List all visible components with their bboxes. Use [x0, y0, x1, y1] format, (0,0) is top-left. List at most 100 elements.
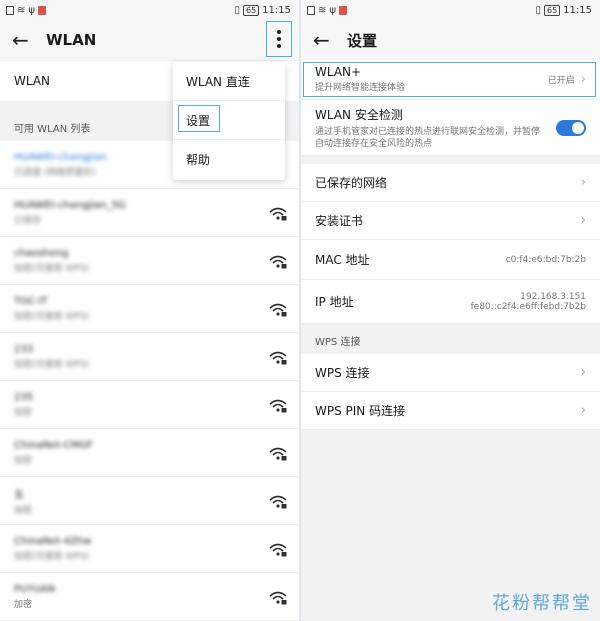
menu-item-wlan-direct[interactable]: WLAN 直连 [173, 62, 285, 101]
watermark: 花粉帮帮堂 [492, 593, 592, 614]
network-name: ChinaNet-CMGF [14, 439, 93, 451]
wifi-lock-icon [269, 494, 287, 508]
network-text: HUAWEI-changjian 已连接 (网络质量好) [14, 152, 107, 178]
install-cert-label: 安装证书 [315, 214, 364, 228]
saved-networks-row[interactable]: 已保存的网络 › [301, 164, 600, 202]
network-status: 加密(可使用 WPS) [14, 551, 89, 562]
chevron-right-icon: › [580, 403, 586, 418]
back-arrow-icon[interactable]: ← [12, 28, 36, 52]
network-list: HUAWEI-changjian 已连接 (网络质量好) HUAWEI-changj… [0, 141, 299, 621]
network-text: 233 加密(可使用 WPS) [14, 344, 89, 370]
network-text: 五加密 [14, 486, 32, 516]
network-name: 233 [14, 343, 34, 355]
network-item[interactable]: ChinaNet-4Zhw 加密(可使用 WPS) [0, 525, 299, 573]
network-status: 加密 [14, 505, 33, 516]
network-text: ChinaNet-4Zhw 加密(可使用 WPS) [14, 536, 91, 562]
wifi-lock-icon [269, 446, 287, 460]
wps-pin-row[interactable]: WPS PIN 码连接 › [301, 392, 600, 430]
network-item[interactable]: ChinaNet-CMGF 加密 [0, 429, 299, 477]
network-item[interactable]: 235 加密 [0, 381, 299, 429]
security-check-row: WLAN 安全检测 通过手机管家对已连接的热点进行联网安全检测，并暂停自动连接存… [301, 100, 600, 156]
security-check-label: WLAN 安全检测 [315, 107, 403, 122]
network-name: ChinaNet-4Zhw [14, 535, 92, 547]
network-name: PUYUAN [14, 583, 56, 595]
network-name: 235 [14, 391, 34, 403]
battery-icon: 65 [543, 4, 561, 16]
menu-item-label: WLAN 直连 [186, 74, 250, 89]
ip-address-values: 192.168.3.151 fe80::c2f4:e6ff:febd:7b2b [471, 292, 586, 312]
network-status: 加密(可使用 WPS) [14, 263, 89, 274]
clock: 11:15 [563, 4, 592, 16]
battery-icon: 65 [242, 4, 260, 16]
network-item[interactable]: 五加密 [0, 477, 299, 525]
menu-item-help[interactable]: 帮助 [173, 140, 285, 179]
wps-pin-label: WPS PIN 码连接 [315, 404, 406, 418]
chevron-right-icon: › [580, 213, 586, 228]
mac-address-label: MAC 地址 [315, 253, 370, 267]
chevron-right-icon: › [580, 365, 586, 380]
notification-icon [339, 5, 347, 15]
wlan-screen: ≋ ψ ▯ 65 11:15 ← WLAN WLAN 可用 WLAN 列表 HU… [0, 0, 299, 621]
ip-address-row: IP 地址 192.168.3.151 fe80::c2f4:e6ff:febd… [301, 280, 600, 324]
highlight-box [178, 105, 220, 132]
menu-item-settings[interactable]: 设置 [173, 101, 285, 140]
install-cert-row[interactable]: 安装证书 › [301, 202, 600, 240]
mac-address-row: MAC 地址 c0:f4:e6:bd:7b:2b [301, 240, 600, 280]
page-title: 设置 [347, 31, 378, 50]
network-text: chaosheng 加密(可使用 WPS) [14, 248, 89, 274]
notification-icon [38, 5, 46, 15]
network-status: 加密 [14, 407, 33, 418]
ip-v4-value: 192.168.3.151 [520, 291, 586, 302]
wifi-lock-icon [269, 302, 287, 316]
network-name: 五 [14, 489, 24, 501]
network-item[interactable]: TOC-IT 加密(可使用 WPS) [0, 285, 299, 333]
wlan-toggle-label: WLAN [14, 74, 51, 88]
network-text: HUAWEI-changjian_5G 已保存 [14, 200, 126, 226]
wlan-plus-row[interactable]: WLAN+ 提升网络智能连接体验 已开启 › [301, 60, 600, 100]
wifi-status-icon: ≋ [17, 4, 26, 16]
wifi-lock-icon [269, 542, 287, 556]
highlight-box [303, 62, 596, 97]
sim-icon [307, 5, 315, 15]
ip-v6-value: fe80::c2f4:e6ff:febd:7b2b [470, 301, 586, 312]
usb-icon: ψ [28, 4, 35, 16]
ip-address-label: IP 地址 [315, 295, 354, 309]
network-status: 已保存 [14, 215, 42, 226]
wifi-lock-icon [269, 254, 287, 268]
status-bar: ≋ ψ ▯ 65 11:15 [0, 0, 299, 20]
app-bar: ← WLAN [0, 20, 299, 60]
network-text: TOC-IT 加密(可使用 WPS) [14, 296, 89, 322]
page-title: WLAN [46, 31, 97, 49]
vibrate-icon: ▯ [234, 4, 240, 16]
network-text: 235 加密 [14, 392, 33, 418]
spacer [301, 156, 600, 164]
back-arrow-icon[interactable]: ← [313, 28, 337, 52]
network-name: HUAWEI-changjian_5G [14, 199, 126, 211]
wps-connect-row[interactable]: WPS 连接 › [301, 354, 600, 392]
network-text: ChinaNet-CMGF 加密 [14, 440, 93, 466]
network-text: PUYUAN 加密 [14, 584, 55, 610]
settings-screen: ≋ ψ ▯ 65 11:15 ← 设置 WLAN+ 提升网络智能连接体验 已开启… [301, 0, 600, 621]
overflow-menu: WLAN 直连 设置 帮助 [173, 62, 285, 180]
security-check-toggle[interactable] [556, 119, 586, 136]
network-status: 已连接 (网络质量好) [14, 167, 96, 178]
clock: 11:15 [262, 4, 291, 16]
sim-icon [6, 5, 14, 15]
status-bar: ≋ ψ ▯ 65 11:15 [301, 0, 600, 20]
wifi-lock-icon [269, 206, 287, 220]
network-item[interactable]: 233 加密(可使用 WPS) [0, 333, 299, 381]
saved-networks-label: 已保存的网络 [315, 176, 388, 190]
network-status: 加密(可使用 WPS) [14, 311, 89, 322]
more-options-icon[interactable] [266, 21, 292, 57]
network-name: chaosheng [14, 247, 69, 259]
wifi-lock-icon [269, 350, 287, 364]
network-item[interactable]: PUYUAN 加密 [0, 573, 299, 621]
network-name: HUAWEI-changjian [14, 151, 107, 163]
wifi-lock-icon [269, 398, 287, 412]
wifi-status-icon: ≋ [318, 4, 327, 16]
network-status: 加密 [14, 455, 33, 466]
app-bar: ← 设置 [301, 20, 600, 60]
menu-item-label: 帮助 [186, 153, 211, 167]
network-item[interactable]: chaosheng 加密(可使用 WPS) [0, 237, 299, 285]
network-item[interactable]: HUAWEI-changjian_5G 已保存 [0, 189, 299, 237]
